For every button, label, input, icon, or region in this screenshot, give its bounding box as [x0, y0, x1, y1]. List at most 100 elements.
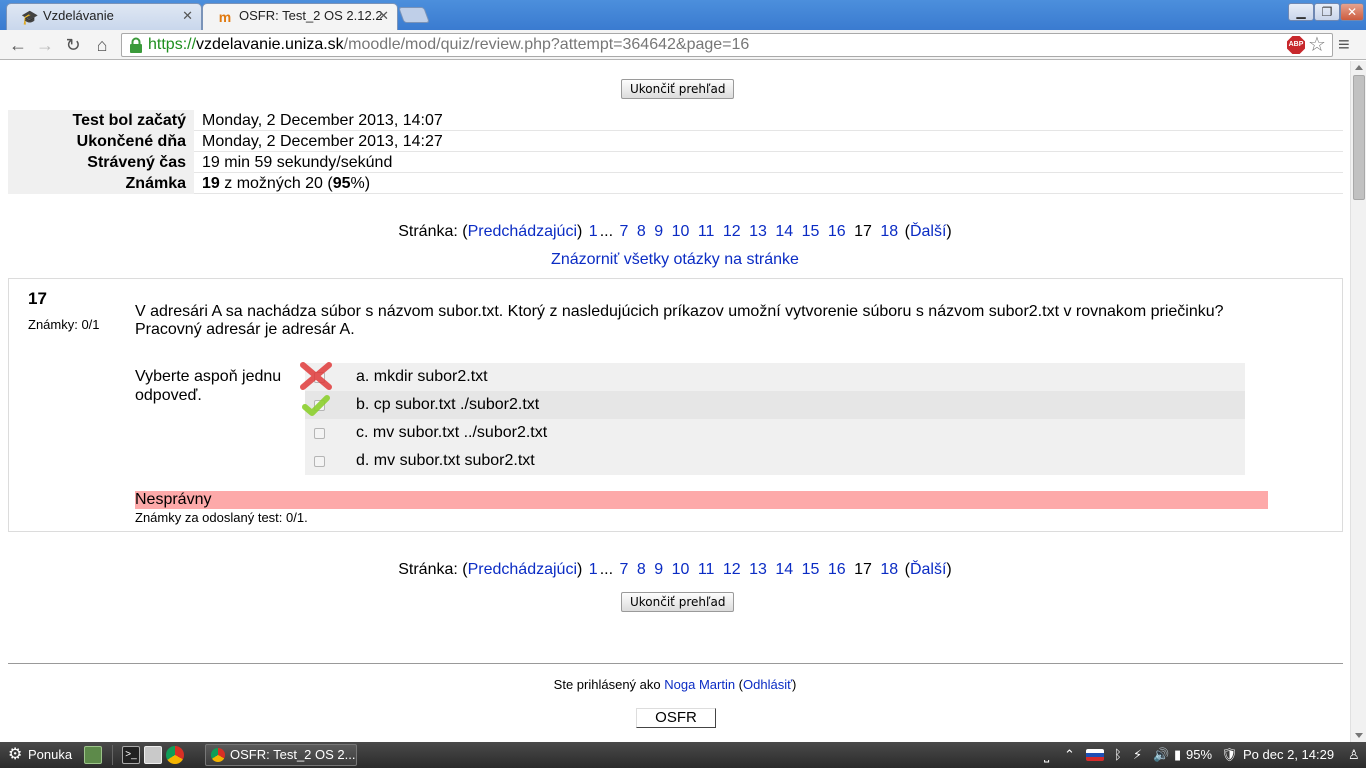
paging-page-14[interactable]: 14 [775, 223, 793, 240]
tab-close-icon[interactable]: ✕ [378, 4, 389, 28]
keyboard-layout-flag-icon[interactable] [1086, 749, 1104, 761]
folder-icon[interactable] [144, 746, 162, 764]
volume-icon[interactable]: 🔊 [1153, 742, 1169, 768]
paging-current-page: 17 [854, 561, 872, 578]
paging-page-11[interactable]: 11 [698, 223, 715, 240]
finish-review-button-top[interactable]: Ukončiť prehľad [621, 79, 735, 99]
paging-previous-link[interactable]: Predchádzajúci [468, 223, 577, 240]
paging-page-18[interactable]: 18 [880, 561, 898, 578]
paging-page-12[interactable]: 12 [723, 223, 741, 240]
paging-page-16[interactable]: 16 [828, 223, 846, 240]
paging-page-15[interactable]: 15 [802, 223, 820, 240]
paging-next-link[interactable]: Ďalší [910, 561, 946, 578]
paging-page-9[interactable]: 9 [654, 561, 663, 578]
page-scrollbar[interactable] [1350, 61, 1366, 742]
taskbar: ⚙ Ponuka >_ OSFR: Test_2 OS 2.... ⎵ ⌃ ᛒ … [0, 742, 1366, 768]
back-arrow-icon[interactable]: ← [6, 33, 30, 57]
answer-text: b. cp subor.txt ./subor2.txt [356, 396, 540, 413]
answer-option-b: b. cp subor.txt ./subor2.txt [302, 391, 1245, 419]
home-icon[interactable]: ⌂ [90, 33, 114, 57]
grade-value: 19 z možných 20 (95%) [202, 173, 370, 194]
paging-page-9[interactable]: 9 [654, 223, 663, 240]
paging-label: Stránka: [398, 561, 458, 578]
answer-text: d. mv subor.txt subor2.txt [356, 452, 535, 469]
new-tab-button[interactable] [398, 7, 430, 23]
answer-text: a. mkdir subor2.txt [356, 368, 488, 385]
show-all-questions-link[interactable]: Znázorniť všetky otázky na stránke [551, 251, 799, 268]
answer-checkbox[interactable] [314, 456, 325, 467]
quiz-paging-top: Stránka: (Predchádzajúci) 1... 7 8 9 10 … [398, 223, 952, 240]
paging-page-13[interactable]: 13 [749, 223, 767, 240]
browser-menu-icon[interactable]: ≡ [1338, 33, 1350, 57]
paging-page-10[interactable]: 10 [672, 561, 690, 578]
scroll-down-arrow-icon[interactable] [1355, 733, 1363, 738]
start-menu-button[interactable]: Ponuka [28, 742, 72, 768]
paging-next-link[interactable]: Ďalší [910, 223, 946, 240]
summary-row-started: Test bol začatý Monday, 2 December 2013,… [8, 110, 1343, 131]
paging-current-page: 17 [854, 223, 872, 240]
tray-up-chevron-icon[interactable]: ⌃ [1064, 742, 1075, 768]
summary-label: Ukončené dňa [8, 131, 194, 152]
paging-page-14[interactable]: 14 [775, 561, 793, 578]
question-text: V adresári A sa nachádza súbor s názvom … [135, 303, 1224, 338]
answer-option-c: c. mv subor.txt ../subor2.txt [305, 419, 1245, 447]
paging-previous-link[interactable]: Predchádzajúci [468, 561, 577, 578]
clock[interactable]: Po dec 2, 14:29 [1243, 742, 1334, 768]
summary-row-completed: Ukončené dňa Monday, 2 December 2013, 14… [8, 131, 1343, 152]
address-bar[interactable]: https://vzdelavanie.uniza.sk/moodle/mod/… [121, 33, 1333, 57]
taskbar-window-title: OSFR: Test_2 OS 2.... [230, 747, 357, 762]
minimize-button[interactable]: ▁ [1288, 3, 1314, 21]
grade-percent: 95 [332, 175, 351, 192]
paging-page-11[interactable]: 11 [698, 561, 715, 578]
show-desktop-icon[interactable] [84, 746, 102, 764]
paging-page-7[interactable]: 7 [620, 561, 629, 578]
chrome-icon[interactable] [166, 746, 184, 764]
scroll-up-arrow-icon[interactable] [1355, 65, 1363, 70]
tab-title: Vzdelávanie [43, 8, 114, 23]
updates-shield-icon[interactable]: 🛡 [1221, 742, 1238, 768]
logged-in-prefix: Ste prihlásený ako [553, 677, 661, 692]
user-icon[interactable]: ♙ [1348, 742, 1360, 768]
user-profile-link[interactable]: Noga Martin [664, 677, 735, 692]
scrollbar-thumb[interactable] [1353, 75, 1365, 200]
tab-vzdelavanie[interactable]: 🎓 Vzdelávanie ✕ [6, 3, 202, 30]
paging-page-13[interactable]: 13 [749, 561, 767, 578]
question-card: 17 Známky: 0/1 V adresári A sa nachádza … [8, 278, 1343, 532]
paging-page-8[interactable]: 8 [637, 561, 646, 578]
answer-list: a. mkdir subor2.txt b. cp subor.txt ./su… [300, 362, 1245, 475]
bluetooth-icon[interactable]: ᛒ [1114, 742, 1122, 768]
page-viewport: Ukončiť prehľad Test bol začatý Monday, … [0, 61, 1350, 742]
answer-text: c. mv subor.txt ../subor2.txt [356, 424, 548, 441]
network-icon[interactable]: ⚡ [1133, 742, 1142, 768]
paging-page-10[interactable]: 10 [672, 223, 690, 240]
logout-link[interactable]: Odhlásiť [743, 677, 792, 692]
reload-icon[interactable]: ↻ [61, 33, 85, 57]
forward-arrow-icon[interactable]: → [33, 33, 57, 57]
course-home-link[interactable]: OSFR [636, 708, 716, 728]
bookmark-star-icon[interactable]: ☆ [1308, 33, 1326, 57]
taskbar-window-chrome[interactable]: OSFR: Test_2 OS 2.... [205, 744, 357, 766]
grade-suffix: %) [350, 175, 371, 192]
graduation-cap-icon: 🎓 [21, 9, 39, 25]
answer-checkbox[interactable] [314, 428, 325, 439]
attempt-summary-table: Test bol začatý Monday, 2 December 2013,… [8, 110, 1343, 194]
maximize-button[interactable]: ❐ [1314, 3, 1340, 21]
tab-close-icon[interactable]: ✕ [182, 4, 193, 28]
paging-page-15[interactable]: 15 [802, 561, 820, 578]
paging-page-8[interactable]: 8 [637, 223, 646, 240]
tab-osfr-test[interactable]: m OSFR: Test_2 OS 2.12.2 ✕ [202, 3, 398, 30]
paging-page-16[interactable]: 16 [828, 561, 846, 578]
finish-review-button-bottom[interactable]: Ukončiť prehľad [621, 592, 735, 612]
paging-page-12[interactable]: 12 [723, 561, 741, 578]
paging-page-18[interactable]: 18 [880, 223, 898, 240]
paging-page-1[interactable]: 1 [589, 561, 598, 578]
browser-toolbar: ← → ↻ ⌂ https://vzdelavanie.uniza.sk/moo… [0, 30, 1366, 60]
paging-page-1[interactable]: 1 [589, 223, 598, 240]
terminal-icon[interactable]: >_ [122, 746, 140, 764]
paging-page-7[interactable]: 7 [620, 223, 629, 240]
submitted-marks: Známky za odoslaný test: 0/1. [135, 510, 308, 525]
battery-icon[interactable]: ▮ [1174, 742, 1181, 768]
tray-show-icon[interactable]: ⎵ [1044, 742, 1049, 768]
answer-option-d: d. mv subor.txt subor2.txt [305, 447, 1245, 475]
window-close-button[interactable]: ✕ [1340, 3, 1364, 21]
